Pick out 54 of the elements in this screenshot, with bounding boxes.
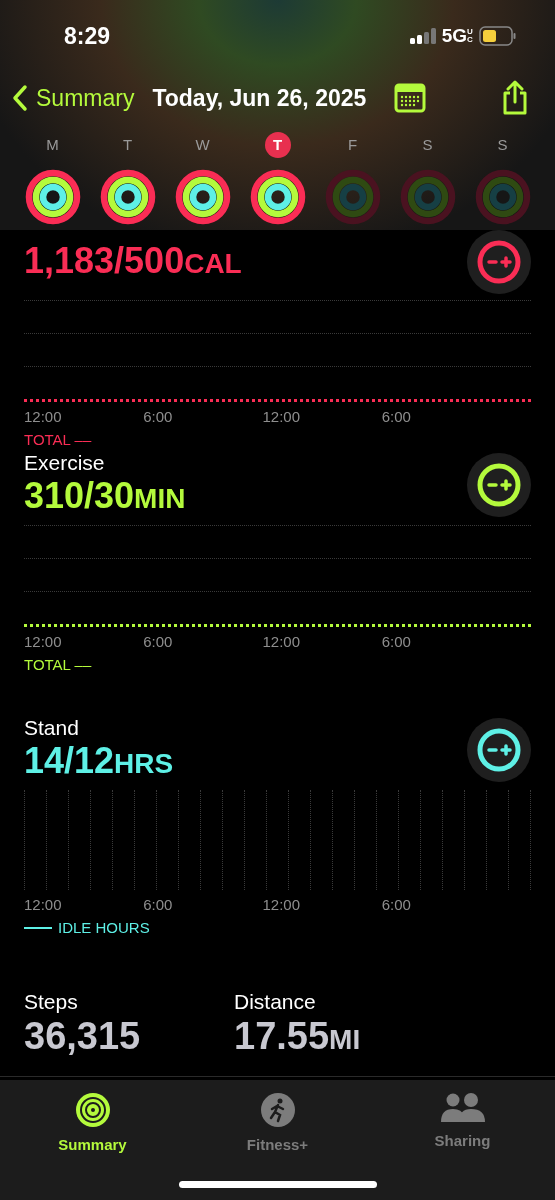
calendar-icon[interactable] bbox=[394, 83, 427, 113]
axis-label: 6:00 bbox=[143, 895, 174, 915]
tab-item[interactable]: Fitness+ bbox=[185, 1092, 370, 1157]
axis-label: 6:00 bbox=[143, 632, 174, 652]
activity-rings-icon[interactable] bbox=[98, 168, 157, 226]
axis-label: 6:00 bbox=[381, 407, 412, 427]
tab-item[interactable]: Summary bbox=[0, 1092, 185, 1157]
legend-line bbox=[24, 926, 52, 929]
day-label[interactable]: T bbox=[264, 132, 291, 158]
activity-rings-icon[interactable] bbox=[23, 168, 82, 226]
axis-label: 6:00 bbox=[143, 407, 174, 427]
share-icon[interactable] bbox=[501, 80, 529, 116]
chart-legend: IDLE HOURS bbox=[58, 916, 150, 939]
battery-icon bbox=[479, 26, 517, 46]
people-icon bbox=[439, 1092, 486, 1124]
goal-value: 310/30MIN bbox=[24, 476, 186, 518]
day-label[interactable]: T bbox=[114, 132, 141, 158]
chevron-left-icon bbox=[12, 84, 28, 112]
stat-value: 36,315 bbox=[24, 1014, 142, 1058]
day-label[interactable]: F bbox=[339, 132, 366, 158]
day-label[interactable]: W bbox=[189, 132, 216, 158]
goal-value: 14/12HRS bbox=[24, 741, 174, 783]
signal-icon bbox=[409, 28, 436, 44]
axis-label: 6:00 bbox=[381, 895, 412, 915]
day-label[interactable]: S bbox=[414, 132, 441, 158]
back-button[interactable]: Summary bbox=[12, 80, 135, 116]
stat-label: Steps bbox=[24, 990, 79, 1014]
network-suffix: UC bbox=[467, 28, 473, 44]
axis-label: 12:00 bbox=[24, 632, 63, 652]
stat-label: Distance bbox=[234, 990, 317, 1014]
adjust-goal-button[interactable] bbox=[467, 452, 531, 517]
runner-icon bbox=[259, 1092, 296, 1128]
chart-legend: TOTAL –– bbox=[24, 653, 92, 676]
day-label[interactable]: M bbox=[39, 132, 66, 158]
section-title: Stand bbox=[24, 715, 80, 741]
activity-rings-icon[interactable] bbox=[248, 168, 307, 226]
network-label: 5G bbox=[441, 23, 467, 48]
goal-value: 1,183/500CAL bbox=[24, 240, 242, 283]
axis-label: 6:00 bbox=[381, 632, 412, 652]
section-title: Exercise bbox=[24, 450, 106, 476]
stat-value: 17.55MI bbox=[234, 1014, 361, 1059]
status-time: 8:29 bbox=[64, 21, 111, 51]
activity-rings-icon[interactable] bbox=[173, 168, 232, 226]
date-title: Today, Jun 26, 2025 bbox=[152, 83, 367, 113]
chart-legend: TOTAL –– bbox=[24, 428, 92, 451]
axis-label: 12:00 bbox=[262, 632, 302, 652]
day-label[interactable]: S bbox=[489, 132, 516, 158]
adjust-goal-button[interactable] bbox=[467, 717, 531, 782]
rings-icon bbox=[74, 1092, 111, 1128]
tab-item[interactable]: Sharing bbox=[370, 1092, 555, 1157]
axis-label: 12:00 bbox=[262, 407, 302, 427]
axis-label: 12:00 bbox=[262, 895, 302, 915]
axis-label: 12:00 bbox=[24, 407, 63, 427]
axis-label: 12:00 bbox=[24, 895, 63, 915]
